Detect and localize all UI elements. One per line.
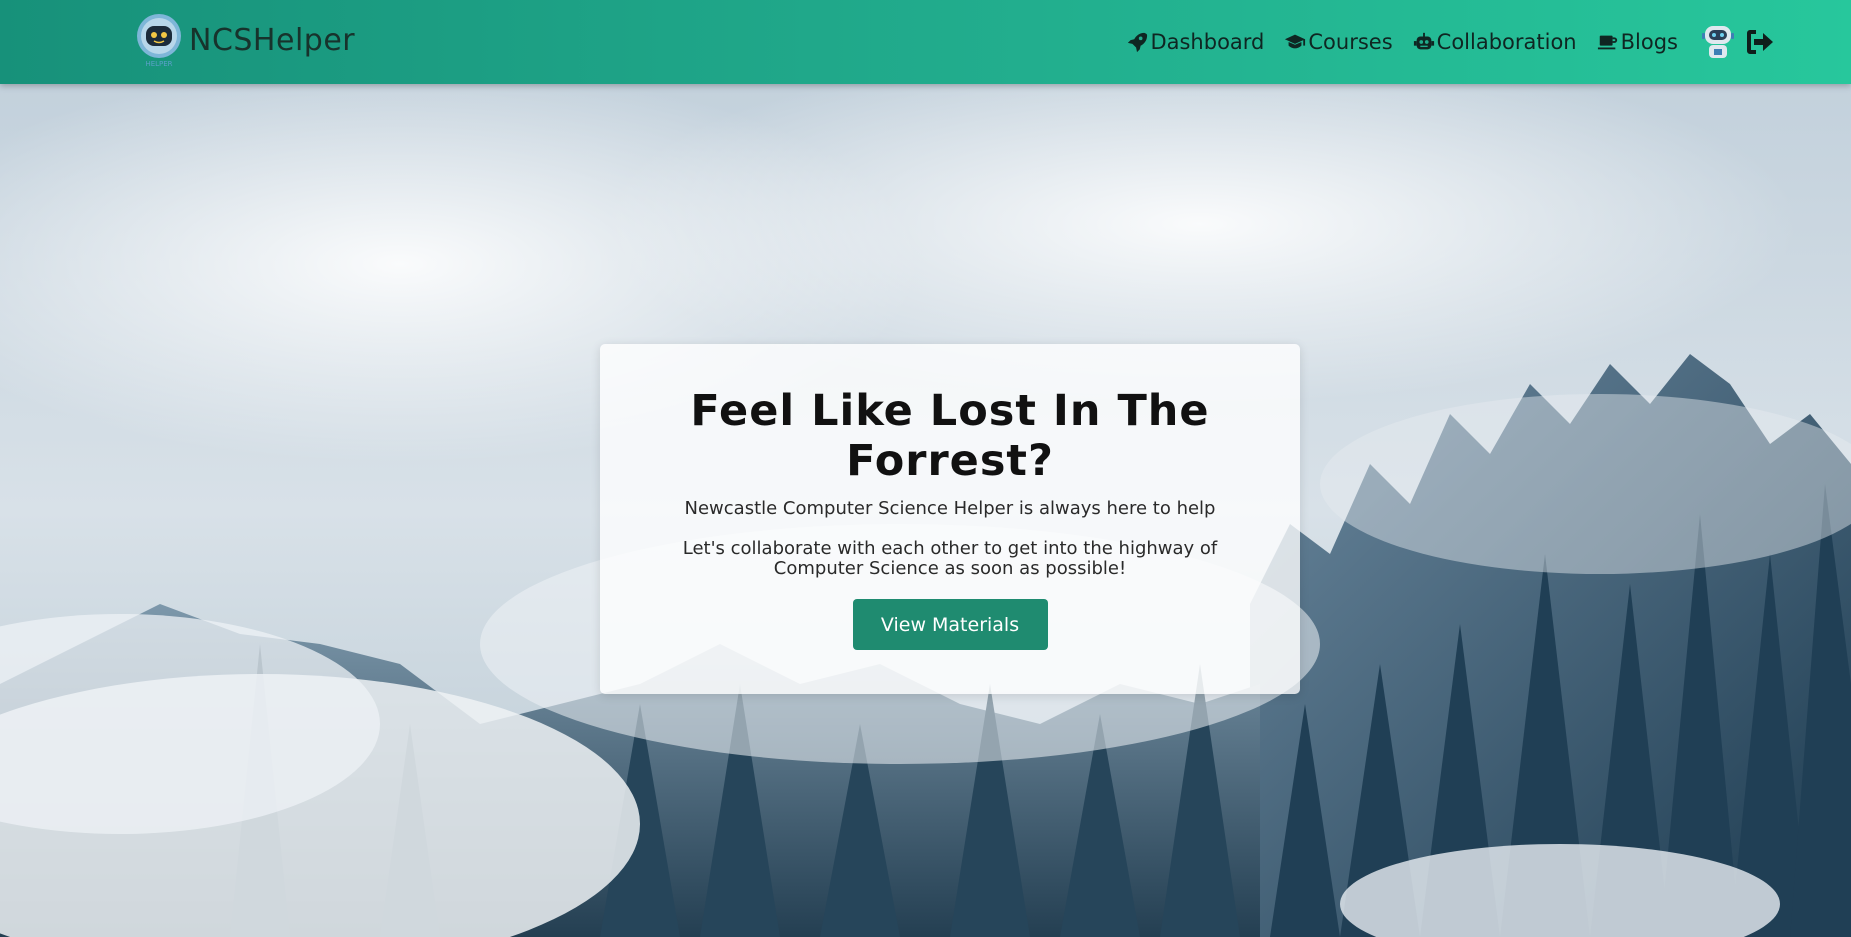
hero-subtitle: Newcastle Computer Science Helper is alw…	[684, 498, 1216, 519]
brand-name: NCSHelper	[189, 22, 356, 58]
robot-avatar-icon[interactable]	[1700, 22, 1736, 62]
nav-collaboration[interactable]: Collaboration	[1413, 30, 1577, 54]
nav-collaboration-label: Collaboration	[1436, 30, 1577, 54]
nav-menu: Dashboard Courses Collaboration Blogs	[1106, 20, 1776, 64]
hero-card: Feel Like Lost In The Forrest? Newcastle…	[600, 344, 1300, 694]
nav-blogs-label: Blogs	[1620, 30, 1678, 54]
svg-text:HELPER: HELPER	[145, 60, 172, 68]
robot-logo-icon: HELPER	[137, 14, 181, 68]
robot-icon	[1413, 32, 1434, 50]
rocket-icon	[1128, 32, 1148, 53]
hero-body-text: Let's collaborate with each other to get…	[682, 538, 1218, 579]
top-navbar: HELPER NCSHelper Dashboard Courses Colla…	[0, 0, 1851, 84]
nav-courses[interactable]: Courses	[1284, 30, 1393, 54]
view-materials-button[interactable]: View Materials	[852, 599, 1048, 650]
nav-dashboard[interactable]: Dashboard	[1126, 30, 1264, 54]
nav-dashboard-label: Dashboard	[1150, 30, 1265, 54]
brand-link[interactable]: HELPER NCSHelper	[135, 12, 355, 68]
hero-title: Feel Like Lost In The Forrest?	[690, 386, 1210, 486]
nav-blogs[interactable]: Blogs	[1597, 30, 1678, 54]
coffee-cup-icon	[1597, 35, 1617, 50]
nav-courses-label: Courses	[1308, 30, 1393, 54]
graduation-cap-icon	[1285, 34, 1306, 49]
sign-out-icon[interactable]	[1744, 26, 1776, 58]
